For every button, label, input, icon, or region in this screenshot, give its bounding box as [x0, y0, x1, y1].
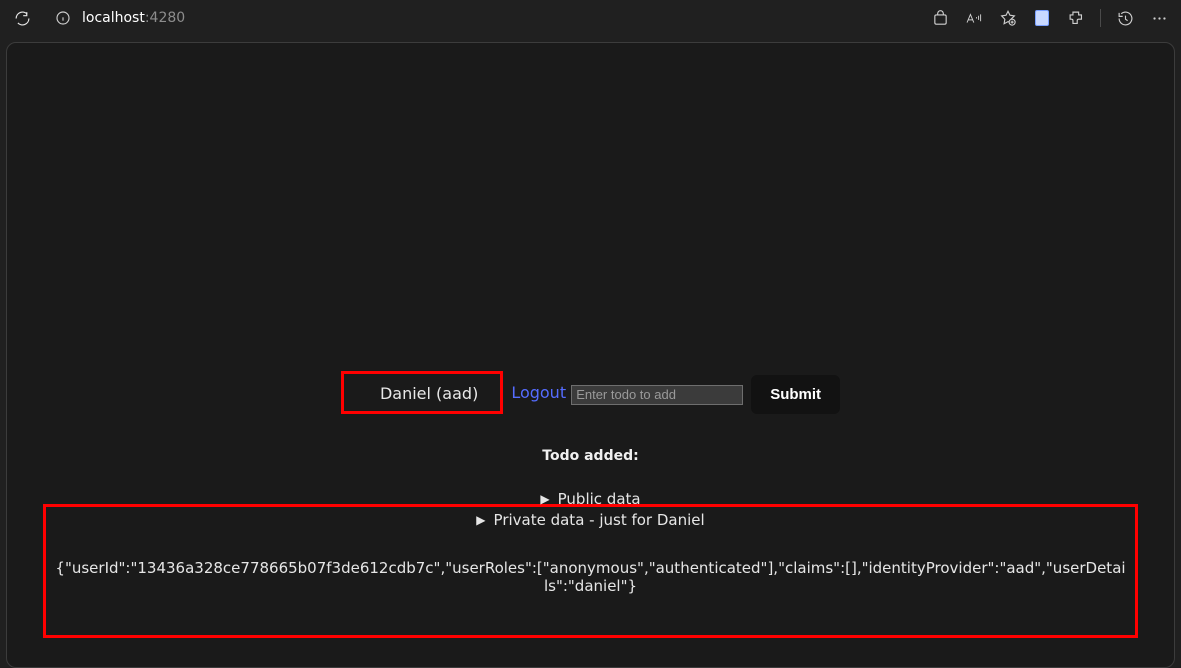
submit-button[interactable]: Submit [751, 375, 840, 414]
page-viewport: Daniel (aad) Logout Submit Todo added: ▶… [6, 42, 1175, 668]
url-host: localhost [82, 10, 145, 26]
site-info-icon[interactable] [52, 7, 74, 29]
history-icon[interactable] [1109, 2, 1141, 34]
chevron-right-icon: ▶ [540, 492, 549, 506]
private-data-highlight: ▶ Private data - just for Daniel {"userI… [43, 504, 1138, 638]
private-data-label: Private data - just for Daniel [494, 511, 705, 529]
favorite-icon[interactable] [992, 2, 1024, 34]
private-data-toggle[interactable]: ▶ Private data - just for Daniel [476, 511, 704, 529]
public-data-label: Public data [558, 490, 641, 508]
read-aloud-icon[interactable] [958, 2, 990, 34]
toolbar-divider [1100, 9, 1101, 27]
principal-json: {"userId":"13436a328ce778665b07f3de612cd… [54, 559, 1127, 595]
refresh-button[interactable] [6, 2, 38, 34]
logout-link[interactable]: Logout [511, 383, 566, 402]
todo-input[interactable] [571, 385, 743, 405]
shopping-icon[interactable] [924, 2, 956, 34]
page-file-icon[interactable] [1026, 2, 1058, 34]
chevron-right-icon: ▶ [476, 513, 485, 527]
todo-added-label: Todo added: [7, 448, 1174, 464]
extensions-icon[interactable] [1060, 2, 1092, 34]
address-bar[interactable]: localhost:4280 [44, 3, 910, 33]
url-port: :4280 [145, 10, 185, 26]
more-menu-icon[interactable] [1143, 2, 1175, 34]
username-display: Daniel (aad) [341, 371, 503, 414]
url-text: localhost:4280 [82, 10, 185, 26]
public-data-toggle[interactable]: ▶ Public data [540, 490, 640, 508]
